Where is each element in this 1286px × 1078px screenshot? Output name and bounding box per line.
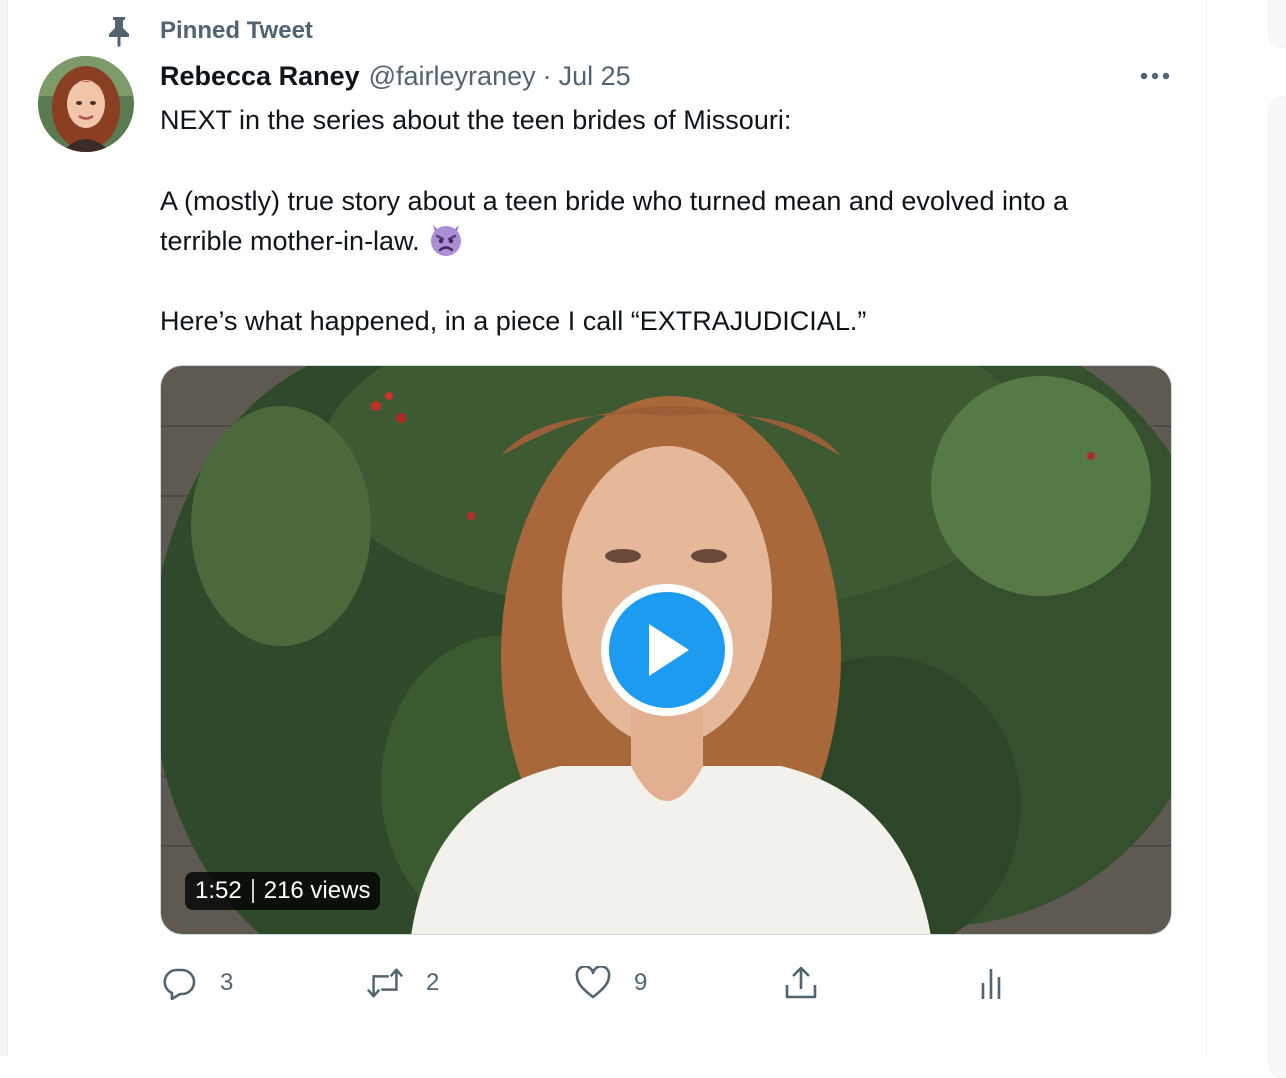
- video-meta-divider: [251, 879, 254, 903]
- pin-icon: [104, 14, 134, 48]
- tweet-text-segment: terrible mother-in-law.: [160, 226, 420, 256]
- angry-devil-emoji-icon: [428, 221, 464, 257]
- video-player[interactable]: 1:52 216 views: [160, 365, 1172, 935]
- video-duration: 1:52: [195, 877, 242, 904]
- avatar[interactable]: [38, 56, 134, 152]
- retweet-icon: [366, 964, 404, 1002]
- pinned-indicator: Pinned Tweet: [104, 14, 313, 48]
- retweet-button[interactable]: 2: [366, 960, 439, 1006]
- share-button[interactable]: [782, 960, 820, 1006]
- tweet-date[interactable]: Jul 25: [559, 61, 631, 92]
- like-button[interactable]: 9: [574, 960, 647, 1006]
- play-button[interactable]: [601, 584, 733, 716]
- more-options-button[interactable]: [1134, 60, 1176, 92]
- share-icon: [782, 964, 820, 1002]
- tweet-header: Rebecca Raney @fairleyraney · Jul 25: [160, 58, 631, 94]
- video-views: 216 views: [263, 877, 371, 904]
- sidebar-search-panel: [1268, 0, 1286, 48]
- tweet-text-line: Here’s what happened, in a piece I call …: [160, 306, 867, 336]
- author-handle[interactable]: @fairleyraney: [369, 61, 536, 92]
- pinned-label: Pinned Tweet: [160, 17, 313, 44]
- play-icon: [641, 622, 693, 678]
- left-rail: [0, 0, 8, 1056]
- reply-count: 3: [220, 969, 234, 996]
- tweet-text-line: NEXT in the series about the teen brides…: [160, 105, 792, 135]
- tweet-actions: 3 2 9: [160, 960, 1172, 1006]
- analytics-button[interactable]: [974, 960, 1012, 1006]
- tweet-text-line-with-emoji: terrible mother-in-law.: [160, 221, 1190, 261]
- retweet-count: 2: [426, 969, 440, 996]
- analytics-icon: [974, 964, 1012, 1002]
- tweet-text-line: A (mostly) true story about a teen bride…: [160, 186, 1069, 216]
- author-name[interactable]: Rebecca Raney: [160, 61, 360, 92]
- more-icon: [1140, 67, 1170, 85]
- heart-icon: [574, 964, 612, 1002]
- reply-icon: [160, 964, 198, 1002]
- sidebar-panel: [1268, 96, 1286, 1078]
- like-count: 9: [634, 969, 648, 996]
- video-meta-badge: 1:52 216 views: [185, 872, 381, 910]
- reply-button[interactable]: 3: [160, 960, 233, 1006]
- header-separator: ·: [542, 60, 552, 91]
